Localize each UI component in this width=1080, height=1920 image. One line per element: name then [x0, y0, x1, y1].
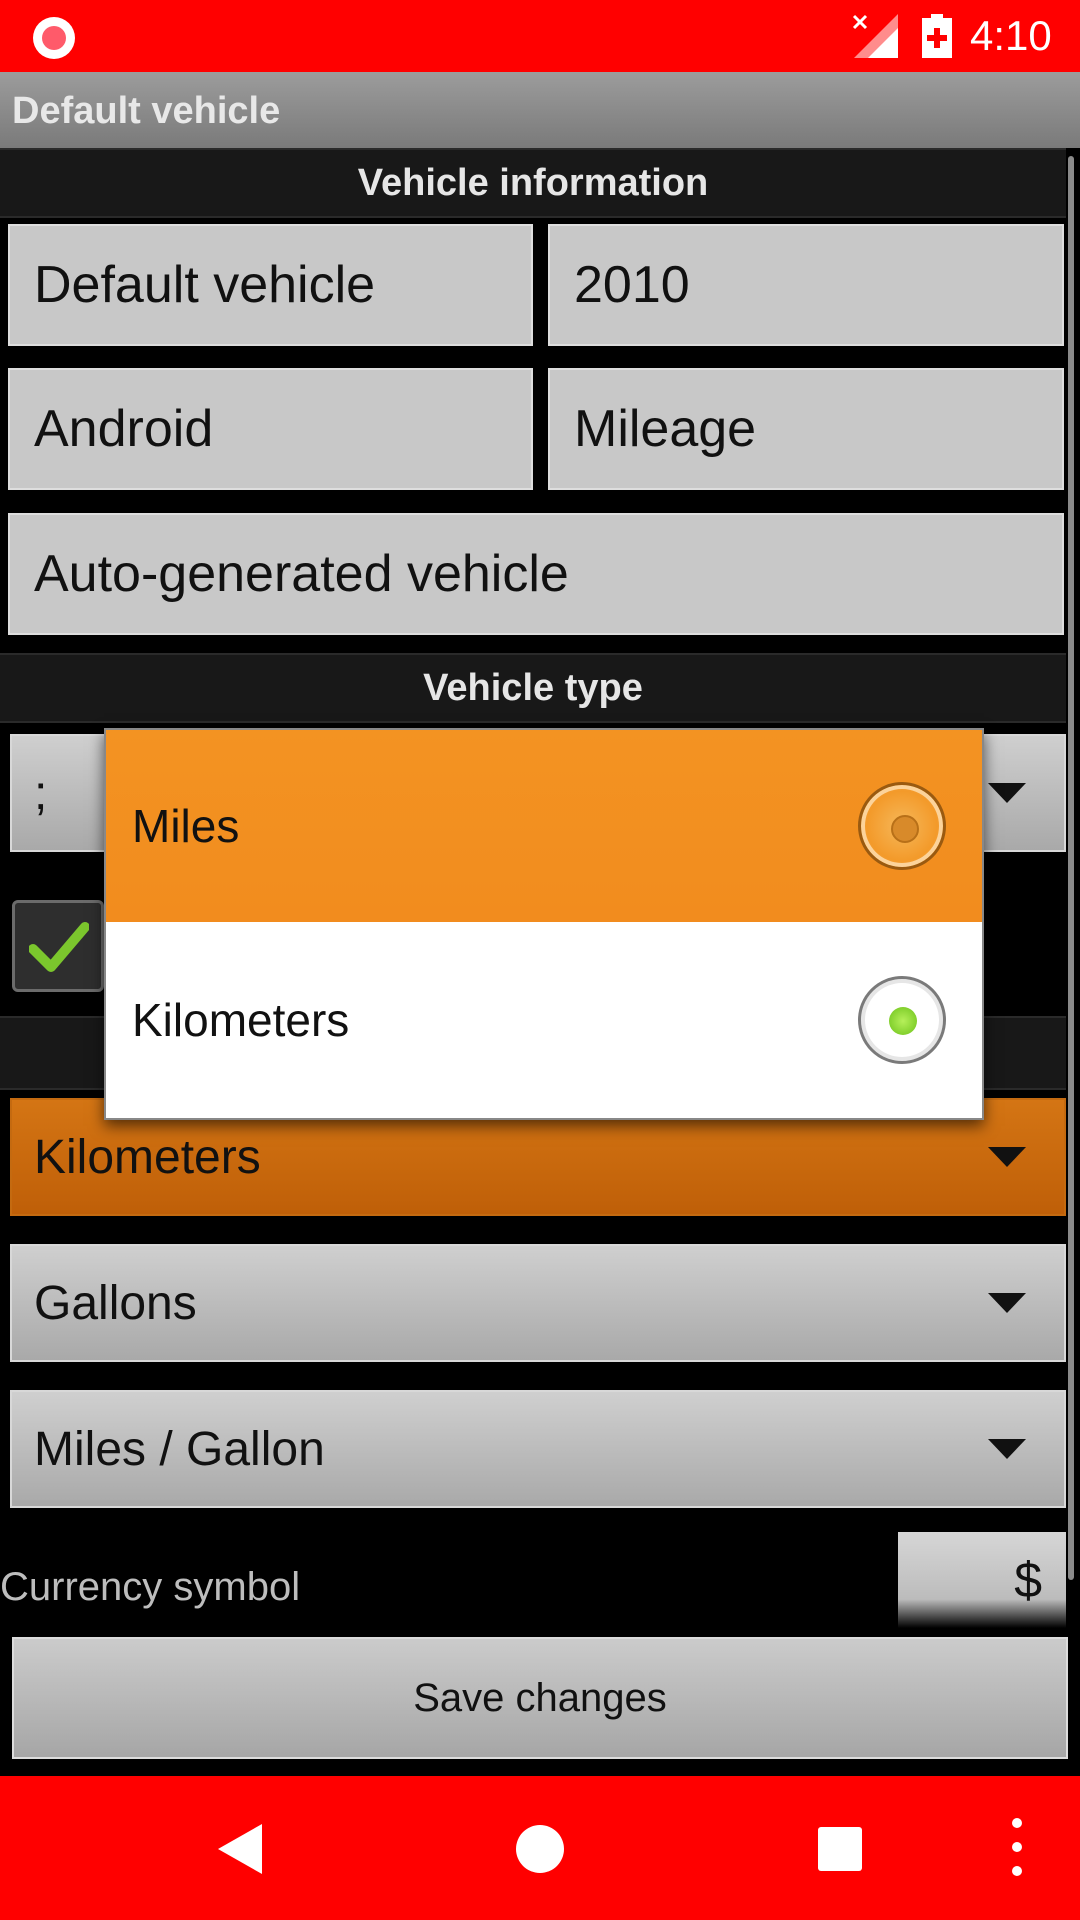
- currency-symbol-label: Currency symbol: [0, 1565, 301, 1609]
- chevron-down-icon: [988, 1147, 1026, 1167]
- distance-unit-value: Kilometers: [34, 1130, 261, 1184]
- chevron-down-icon: [988, 1439, 1026, 1459]
- volume-unit-spinner[interactable]: Gallons: [10, 1244, 1066, 1362]
- vehicle-year-field[interactable]: 2010: [548, 224, 1064, 346]
- economy-unit-spinner[interactable]: Miles / Gallon: [10, 1390, 1066, 1508]
- vehicle-name-field[interactable]: Default vehicle: [8, 224, 533, 346]
- scrollbar[interactable]: [1068, 156, 1074, 1580]
- recents-icon[interactable]: [818, 1827, 862, 1871]
- section-header-vehicle-type: Vehicle type: [0, 653, 1066, 723]
- dropdown-option-miles[interactable]: Miles: [106, 730, 982, 922]
- back-icon[interactable]: [218, 1824, 262, 1874]
- volume-unit-value: Gallons: [34, 1276, 197, 1330]
- clock: 4:10: [970, 12, 1052, 59]
- checkbox[interactable]: [12, 900, 104, 992]
- action-bar: Default vehicle: [0, 72, 1080, 148]
- vehicle-description-field[interactable]: Auto-generated vehicle: [8, 513, 1064, 635]
- vehicle-make-field[interactable]: Android: [8, 368, 533, 490]
- section-header-vehicle-information: Vehicle information: [0, 148, 1066, 218]
- economy-unit-value: Miles / Gallon: [34, 1422, 325, 1476]
- dropdown-option-label: Kilometers: [132, 994, 350, 1046]
- page-title: Default vehicle: [12, 90, 281, 132]
- status-bar: 4:10: [0, 0, 1080, 72]
- chevron-down-icon: [988, 783, 1026, 803]
- checkmark-icon: [29, 922, 89, 972]
- navigation-bar: [0, 1776, 1080, 1920]
- dropdown-option-label: Miles: [132, 800, 240, 852]
- save-changes-button[interactable]: Save changes: [12, 1637, 1068, 1759]
- radio-unselected-icon[interactable]: [858, 782, 946, 870]
- overflow-menu-icon[interactable]: [1012, 1818, 1024, 1878]
- currency-symbol-field[interactable]: $: [898, 1532, 1066, 1628]
- signal-icon: [852, 14, 898, 58]
- battery-charging-icon: [922, 14, 952, 58]
- screen-record-icon: [33, 17, 75, 59]
- chevron-down-icon: [988, 1293, 1026, 1313]
- home-icon[interactable]: [516, 1825, 564, 1873]
- vehicle-type-value: ;: [34, 766, 48, 820]
- distance-unit-dropdown: Miles Kilometers: [104, 728, 984, 1120]
- radio-selected-icon[interactable]: [858, 976, 946, 1064]
- vehicle-model-field[interactable]: Mileage: [548, 368, 1064, 490]
- dropdown-option-kilometers[interactable]: Kilometers: [106, 924, 982, 1116]
